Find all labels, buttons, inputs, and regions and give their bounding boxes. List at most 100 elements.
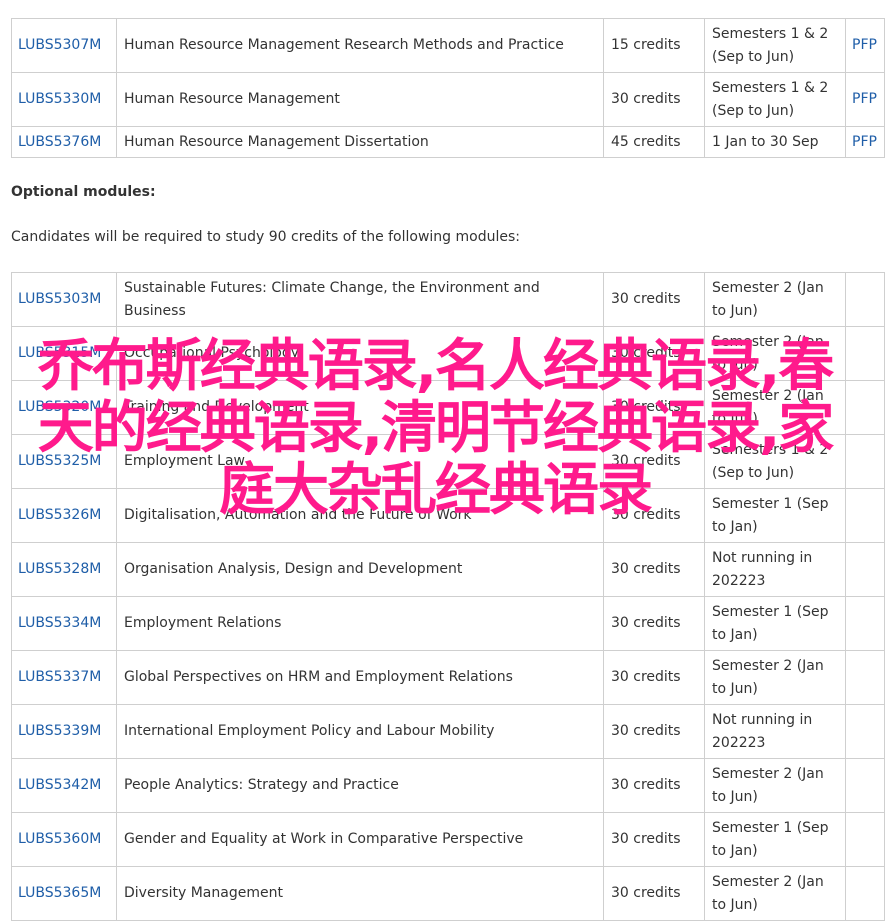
module-title: Diversity Management xyxy=(116,866,604,921)
table-row: LUBS5325M Employment Law 30 credits Semeste… xyxy=(11,434,885,489)
module-spec-cell xyxy=(845,488,885,543)
module-spec-link[interactable]: PFP xyxy=(852,37,877,53)
optional-modules-body: LUBS5303M Sustainable Futures: Climate Ch… xyxy=(11,272,885,921)
table-row: LUBS5365M Diversity Management 30 credits S… xyxy=(11,866,885,921)
module-code-link[interactable]: LUBS5328M xyxy=(18,561,101,577)
module-title: Human Resource Management Research Metho… xyxy=(116,18,604,73)
table-row: LUBS5320M Training and Development 30 cred… xyxy=(11,380,885,435)
module-code-link[interactable]: LUBS5339M xyxy=(18,723,101,739)
module-credits: 30 credits xyxy=(603,866,705,921)
module-spec-link[interactable]: PFP xyxy=(852,134,877,150)
module-code-link[interactable]: LUBS5325M xyxy=(18,453,101,469)
module-spec-cell: PFP xyxy=(845,126,885,158)
module-code-link[interactable]: LUBS5307M xyxy=(18,37,101,53)
module-spec-cell xyxy=(845,650,885,705)
module-credits: 30 credits xyxy=(603,326,705,381)
module-period: Semester 2 (Jan to Jun) xyxy=(704,758,846,813)
module-title: Sustainable Futures: Climate Change, the… xyxy=(116,272,604,327)
table-row: LUBS5303M Sustainable Futures: Climate Ch… xyxy=(11,272,885,327)
table-row: LUBS5342M People Analytics: Strategy and … xyxy=(11,758,885,813)
module-period: Semester 1 (Sep to Jan) xyxy=(704,596,846,651)
core-modules-body: LUBS5307M Human Resource Management Rese… xyxy=(11,18,885,158)
optional-modules-table: LUBS5303M Sustainable Futures: Climate Ch… xyxy=(11,272,885,921)
module-credits: 30 credits xyxy=(603,434,705,489)
module-code-cell: LUBS5334M xyxy=(11,596,117,651)
module-code-link[interactable]: LUBS5376M xyxy=(18,134,101,150)
module-title: People Analytics: Strategy and Practice xyxy=(116,758,604,813)
module-code-link[interactable]: LUBS5365M xyxy=(18,885,101,901)
module-period: 1 Jan to 30 Sep xyxy=(704,126,846,158)
core-modules-table: LUBS5307M Human Resource Management Rese… xyxy=(11,18,885,158)
module-period: Not running in 202223 xyxy=(704,542,846,597)
module-code-link[interactable]: LUBS5326M xyxy=(18,507,101,523)
module-spec-link[interactable]: PFP xyxy=(852,91,877,107)
table-row: LUBS5326M Digitalisation, Automation and … xyxy=(11,488,885,543)
table-row: LUBS5328M Organisation Analysis, Design a… xyxy=(11,542,885,597)
module-period: Semester 2 (Jan to Jun) xyxy=(704,866,846,921)
module-period: Semester 1 (Sep to Jan) xyxy=(704,812,846,867)
module-title: Gender and Equality at Work in Comparati… xyxy=(116,812,604,867)
module-credits: 30 credits xyxy=(603,650,705,705)
module-credits: 15 credits xyxy=(603,18,705,73)
module-code-link[interactable]: LUBS5342M xyxy=(18,777,101,793)
module-code-cell: LUBS5360M xyxy=(11,812,117,867)
module-credits: 30 credits xyxy=(603,758,705,813)
module-credits: 30 credits xyxy=(603,72,705,127)
module-period: Semesters 1 & 2 (Sep to Jun) xyxy=(704,72,846,127)
module-title: Training and Development xyxy=(116,380,604,435)
module-spec-cell: PFP xyxy=(845,72,885,127)
module-credits: 30 credits xyxy=(603,812,705,867)
module-credits: 30 credits xyxy=(603,272,705,327)
module-spec-cell xyxy=(845,758,885,813)
module-period: Semesters 1 & 2 (Sep to Jun) xyxy=(704,434,846,489)
module-code-cell: LUBS5326M xyxy=(11,488,117,543)
module-code-cell: LUBS5330M xyxy=(11,72,117,127)
table-row: LUBS5337M Global Perspectives on HRM and … xyxy=(11,650,885,705)
module-code-link[interactable]: LUBS5315M xyxy=(18,345,101,361)
module-title: Global Perspectives on HRM and Employmen… xyxy=(116,650,604,705)
module-credits: 30 credits xyxy=(603,380,705,435)
module-code-cell: LUBS5342M xyxy=(11,758,117,813)
module-title: Human Resource Management xyxy=(116,72,604,127)
module-code-link[interactable]: LUBS5337M xyxy=(18,669,101,685)
module-title: Organisation Analysis, Design and Develo… xyxy=(116,542,604,597)
module-code-link[interactable]: LUBS5334M xyxy=(18,615,101,631)
module-code-cell: LUBS5307M xyxy=(11,18,117,73)
module-code-cell: LUBS5303M xyxy=(11,272,117,327)
module-spec-cell xyxy=(845,542,885,597)
module-credits: 30 credits xyxy=(603,488,705,543)
module-period: Semester 2 (Jan to Jun) xyxy=(704,650,846,705)
module-credits: 30 credits xyxy=(603,704,705,759)
module-spec-cell xyxy=(845,434,885,489)
optional-modules-heading: Optional modules: xyxy=(11,184,156,200)
module-title: Employment Law xyxy=(116,434,604,489)
module-code-link[interactable]: LUBS5303M xyxy=(18,291,101,307)
module-title: Employment Relations xyxy=(116,596,604,651)
module-title: Digitalisation, Automation and the Futur… xyxy=(116,488,604,543)
module-code-cell: LUBS5339M xyxy=(11,704,117,759)
module-code-cell: LUBS5320M xyxy=(11,380,117,435)
module-credits: 45 credits xyxy=(603,126,705,158)
module-code-cell: LUBS5365M xyxy=(11,866,117,921)
module-credits: 30 credits xyxy=(603,596,705,651)
table-row: LUBS5360M Gender and Equality at Work in … xyxy=(11,812,885,867)
module-spec-cell xyxy=(845,704,885,759)
module-code-cell: LUBS5328M xyxy=(11,542,117,597)
table-row: LUBS5315M Occupational Psychology 30 credi… xyxy=(11,326,885,381)
table-row: LUBS5330M Human Resource Management 30 c… xyxy=(11,72,885,127)
module-spec-cell xyxy=(845,326,885,381)
module-code-link[interactable]: LUBS5320M xyxy=(18,399,101,415)
table-row: LUBS5307M Human Resource Management Rese… xyxy=(11,18,885,73)
module-period: Semester 2 (Jan to Jun) xyxy=(704,326,846,381)
module-period: Semester 2 (Jan to Jun) xyxy=(704,272,846,327)
module-code-cell: LUBS5315M xyxy=(11,326,117,381)
module-period: Not running in 202223 xyxy=(704,704,846,759)
module-code-link[interactable]: LUBS5330M xyxy=(18,91,101,107)
module-code-cell: LUBS5376M xyxy=(11,126,117,158)
module-code-cell: LUBS5337M xyxy=(11,650,117,705)
module-spec-cell xyxy=(845,812,885,867)
module-spec-cell xyxy=(845,596,885,651)
module-period: Semester 1 (Sep to Jan) xyxy=(704,488,846,543)
module-catalogue-page: LUBS5307M Human Resource Management Rese… xyxy=(0,0,895,922)
module-code-link[interactable]: LUBS5360M xyxy=(18,831,101,847)
